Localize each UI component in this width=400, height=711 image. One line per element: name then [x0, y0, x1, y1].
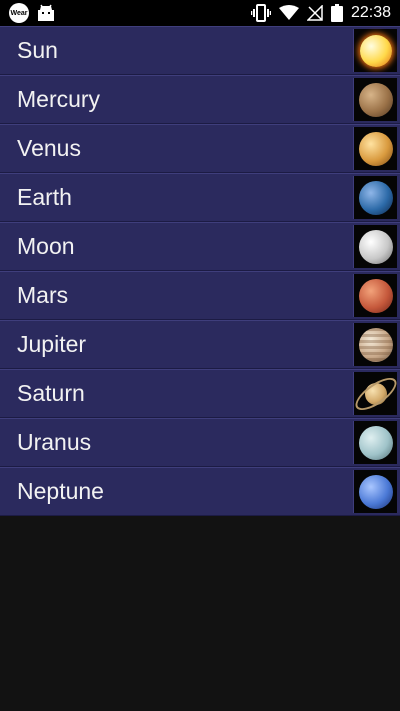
planet-name: Mercury: [17, 86, 101, 112]
status-time: 22:38: [350, 4, 391, 21]
planet-thumbnail: [353, 78, 397, 121]
planet-thumbnail: [353, 274, 397, 317]
no-signal-icon: [306, 5, 323, 21]
android-icon: [38, 4, 54, 21]
planet-thumbnail: [353, 176, 397, 219]
wear-icon: Wear: [9, 3, 29, 23]
planet-thumbnail: [353, 29, 397, 72]
planet-row-venus[interactable]: Venus: [0, 124, 400, 173]
planet-list: Sun Mercury Venus Earth Moon Mars Jupiter Satur…: [0, 26, 400, 516]
planet-row-mars[interactable]: Mars: [0, 271, 400, 320]
planet-name: Sun: [17, 37, 58, 63]
planet-row-sun[interactable]: Sun: [0, 26, 400, 75]
planet-name: Neptune: [17, 478, 104, 504]
planet-name: Venus: [17, 135, 81, 161]
planet-thumbnail: [350, 371, 400, 416]
vibrate-icon: [250, 4, 271, 22]
planet-name: Moon: [17, 233, 75, 259]
planet-name: Earth: [17, 184, 72, 210]
moon-icon: [358, 229, 393, 264]
planet-thumbnail: [353, 127, 397, 170]
planet-row-jupiter[interactable]: Jupiter: [0, 320, 400, 369]
planet-row-uranus[interactable]: Uranus: [0, 418, 400, 467]
planet-row-mercury[interactable]: Mercury: [0, 75, 400, 124]
planet-name: Saturn: [17, 380, 85, 406]
mercury-icon: [358, 82, 393, 117]
jupiter-icon: [358, 327, 393, 362]
planet-name: Mars: [17, 282, 69, 308]
planet-thumbnail: [353, 470, 397, 513]
planet-thumbnail: [353, 323, 397, 366]
planet-name: Jupiter: [17, 331, 87, 357]
earth-icon: [358, 180, 393, 215]
saturn-ring-icon: [350, 371, 400, 416]
neptune-icon: [358, 474, 393, 509]
planet-thumbnail: [353, 421, 397, 464]
wifi-icon: [278, 5, 299, 20]
planet-row-earth[interactable]: Earth: [0, 173, 400, 222]
planet-thumbnail: [353, 225, 397, 268]
status-bar: Wear 22:38: [0, 0, 400, 26]
planet-row-saturn[interactable]: Saturn: [0, 369, 400, 418]
sun-icon: [359, 34, 392, 67]
venus-icon: [358, 131, 393, 166]
planet-row-neptune[interactable]: Neptune: [0, 467, 400, 516]
planet-name: Uranus: [17, 429, 92, 455]
planet-row-moon[interactable]: Moon: [0, 222, 400, 271]
mars-icon: [358, 278, 393, 313]
uranus-icon: [358, 425, 393, 460]
battery-icon: [330, 4, 343, 22]
